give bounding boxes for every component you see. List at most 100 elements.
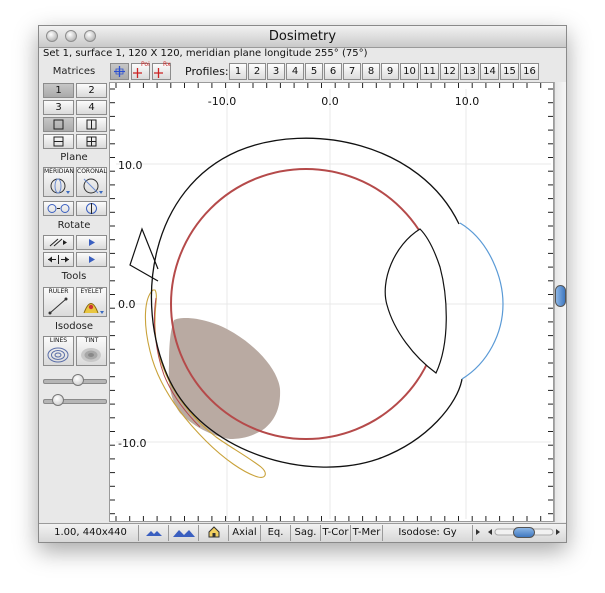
play-right-icon [89, 256, 95, 263]
eyelet-label: EYELET [80, 288, 103, 295]
crosshair-icon [114, 66, 125, 77]
play-right-icon [89, 239, 95, 246]
status-bar: 1.00, 440x440 Axial Eq. Sag. T-Cor T-Mer… [39, 523, 566, 542]
plane-info-text: Set 1, surface 1, 120 X 120, meridian pl… [43, 48, 368, 59]
split-horizontal-icon [53, 136, 64, 147]
zoom-out-button[interactable] [139, 525, 169, 541]
isodose-units-arrow[interactable] [473, 525, 483, 541]
title-bar[interactable]: Dosimetry [39, 26, 566, 48]
matrix-2-button[interactable]: 2 [76, 83, 107, 98]
profile-button-11[interactable]: 11 [420, 63, 439, 80]
rotate-cw-button[interactable] [43, 235, 74, 250]
poi-tool-button[interactable]: Poi [131, 61, 150, 80]
isodose-slider-1[interactable] [43, 374, 107, 386]
isodose-lines-button[interactable]: LINES [43, 336, 74, 366]
profile-button-4[interactable]: 4 [286, 63, 304, 80]
layout-single-button[interactable] [43, 117, 74, 132]
profiles-label: Profiles: [185, 65, 229, 78]
crosshair-tool-button[interactable] [110, 63, 129, 80]
matrix-3-button[interactable]: 3 [43, 100, 74, 115]
arrow-right-icon [476, 529, 480, 535]
home-icon [208, 526, 219, 538]
y-tick-label-10: 10.0 [118, 159, 143, 172]
dosimetry-plot[interactable]: -10.0 0.0 10.0 10.0 0.0 -10.0 [109, 82, 554, 522]
rotate-horizontal-button[interactable] [43, 252, 74, 267]
profile-button-13[interactable]: 13 [460, 63, 479, 80]
horizontal-arrows-icon [48, 255, 69, 264]
profile-button-5[interactable]: 5 [305, 63, 323, 80]
rotate-horizontal-step-button[interactable] [76, 252, 107, 267]
profile-button-3[interactable]: 3 [267, 63, 285, 80]
plane-center-button[interactable] [76, 201, 107, 216]
profile-button-7[interactable]: 7 [343, 63, 361, 80]
t-mer-view-button[interactable]: T-Mer [351, 525, 383, 541]
optic-nerve [129, 227, 159, 282]
axial-view-button[interactable]: Axial [229, 525, 261, 541]
rx-label: Rx [163, 61, 171, 68]
profile-button-1[interactable]: 1 [229, 63, 247, 80]
profile-button-14[interactable]: 14 [480, 63, 499, 80]
isodose-region [168, 317, 281, 439]
meridian-plane-button[interactable]: MERIDIAN [43, 167, 74, 197]
center-plane-icon [86, 203, 97, 214]
lens-outline [384, 228, 447, 374]
quad-view-icon [86, 136, 97, 147]
rotate-arrows-icon [49, 238, 67, 247]
meridian-eye-icon [50, 178, 70, 194]
isodose-slider-2[interactable] [43, 394, 107, 406]
eyelet-tool-button[interactable]: EYELET [76, 287, 107, 317]
profile-button-2[interactable]: 2 [248, 63, 266, 80]
layout-quad-button[interactable] [76, 134, 107, 149]
isodose-units-readout: Isodose: Gy [383, 525, 473, 541]
gridlines [116, 89, 551, 519]
single-view-icon [53, 119, 64, 130]
window-title: Dosimetry [268, 29, 337, 44]
matrix-1-button[interactable]: 1 [43, 83, 74, 98]
isodose-tint-button[interactable]: TINT [76, 336, 107, 366]
profile-button-16[interactable]: 16 [520, 63, 539, 80]
coronal-plane-button[interactable]: CORONAL [76, 167, 107, 197]
plane-label: Plane [60, 152, 88, 163]
matrices-label: Matrices [52, 66, 96, 77]
rx-tool-button[interactable]: Rx [152, 61, 171, 80]
coronal-eye-icon [83, 178, 103, 194]
flip-circles-icon [47, 204, 70, 213]
profile-button-10[interactable]: 10 [400, 63, 419, 80]
isodose-slider-1-knob[interactable] [71, 374, 84, 386]
isodose-tint-icon [81, 348, 101, 362]
zoom-in-button[interactable] [169, 525, 199, 541]
profile-button-8[interactable]: 8 [362, 63, 380, 80]
layout-split-horizontal-button[interactable] [43, 134, 74, 149]
horizontal-scroll-thumb[interactable] [513, 527, 535, 538]
tint-label: TINT [84, 337, 99, 344]
equatorial-view-button[interactable]: Eq. [261, 525, 291, 541]
lines-label: LINES [49, 337, 68, 344]
isodose-lines-icon [47, 347, 69, 363]
small-mountain-icon [145, 531, 162, 536]
vertical-scrollbar[interactable] [554, 82, 566, 522]
tools-label: Tools [61, 271, 87, 282]
layout-split-vertical-button[interactable] [76, 117, 107, 132]
split-vertical-icon [86, 119, 97, 130]
x-tick-label-neg10: -10.0 [208, 95, 236, 108]
x-tick-label-10: 10.0 [455, 95, 480, 108]
profile-button-9[interactable]: 9 [381, 63, 399, 80]
rotate-cw-step-button[interactable] [76, 235, 107, 250]
eye-dose-plot[interactable]: -10.0 0.0 10.0 10.0 0.0 -10.0 [110, 83, 553, 521]
profile-button-12[interactable]: 12 [440, 63, 459, 80]
profile-button-6[interactable]: 6 [324, 63, 342, 80]
meridian-label: MERIDIAN [44, 168, 74, 175]
t-cor-view-button[interactable]: T-Cor [321, 525, 351, 541]
axis-ticks [110, 83, 553, 521]
y-tick-label-0: 0.0 [118, 298, 136, 311]
profile-button-15[interactable]: 15 [500, 63, 519, 80]
sagittal-view-button[interactable]: Sag. [291, 525, 321, 541]
matrix-4-button[interactable]: 4 [76, 100, 107, 115]
isodose-slider-2-knob[interactable] [51, 394, 64, 406]
home-view-button[interactable] [199, 525, 229, 541]
vertical-scroll-thumb[interactable] [555, 285, 566, 307]
horizontal-scrollbar[interactable] [485, 525, 566, 541]
plane-flip-button[interactable] [43, 201, 74, 216]
eyelet-icon [83, 303, 104, 314]
ruler-tool-button[interactable]: RULER [43, 287, 74, 317]
